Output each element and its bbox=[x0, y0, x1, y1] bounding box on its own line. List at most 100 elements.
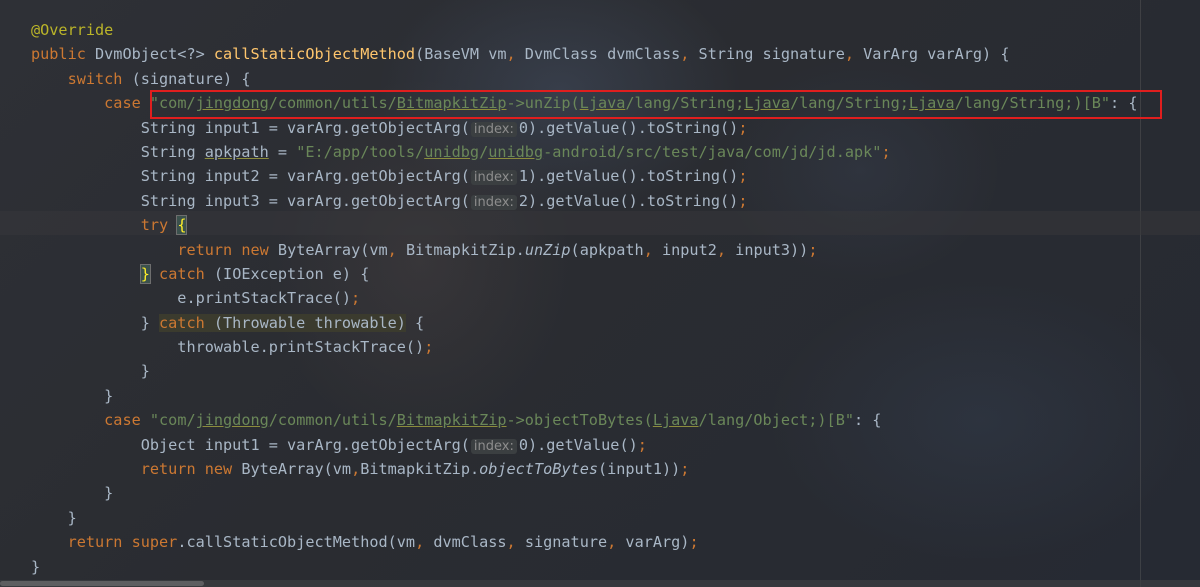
code-line[interactable]: return new ByteArray(vm, BitmapkitZip.un… bbox=[31, 238, 1137, 262]
code-token: varArg) bbox=[616, 533, 690, 552]
code-token: unZip bbox=[524, 240, 571, 259]
method-name: callStaticObjectMethod bbox=[213, 45, 416, 64]
code-token: e.printStackTrace() bbox=[31, 289, 352, 308]
code-line[interactable]: String input2 = varArg.getObjectArg(inde… bbox=[31, 164, 1137, 188]
code-line[interactable]: case "com/jingdong/common/utils/Bitmapki… bbox=[31, 408, 1137, 432]
horizontal-scrollbar[interactable] bbox=[0, 580, 1200, 587]
code-line[interactable]: String input1 = varArg.getObjectArg(inde… bbox=[31, 116, 1137, 140]
param-hint: index: bbox=[470, 438, 517, 454]
string-literal: -android/src/test/java/com/jd/jd.apk" bbox=[543, 142, 882, 161]
keyword: , bbox=[716, 240, 727, 259]
code-line[interactable]: } bbox=[31, 481, 1137, 505]
keyword: return bbox=[67, 533, 123, 552]
keyword: ; bbox=[637, 435, 647, 454]
code-token: 0).getValue().toString() bbox=[518, 118, 739, 137]
keyword: ; bbox=[738, 118, 748, 137]
string-literal: "E:/app/tools/ bbox=[296, 142, 425, 161]
keyword: ; bbox=[808, 240, 818, 259]
code-line[interactable]: } catch (Throwable throwable) { bbox=[31, 311, 1137, 335]
keyword: , bbox=[844, 45, 855, 64]
code-line[interactable]: @Override bbox=[31, 18, 1137, 42]
code-token: } bbox=[31, 386, 114, 405]
code-token: Object input1 = varArg.getObjectArg( bbox=[31, 435, 470, 454]
code-line[interactable]: switch (signature) { bbox=[31, 67, 1137, 91]
code-line[interactable]: Object input1 = varArg.getObjectArg(inde… bbox=[31, 433, 1137, 457]
code-line[interactable]: } bbox=[31, 555, 1137, 579]
keyword: case bbox=[104, 94, 141, 113]
keyword: public bbox=[31, 45, 86, 64]
code-line[interactable]: throwable.printStackTrace(); bbox=[31, 335, 1137, 359]
matched-brace: } bbox=[139, 263, 151, 284]
code-token: String signature bbox=[689, 45, 845, 64]
keyword: try bbox=[140, 216, 169, 235]
param-hint: index: bbox=[470, 170, 517, 186]
code-token: ByteArray(vm bbox=[232, 460, 352, 479]
code-token: DvmObject<?> bbox=[85, 45, 214, 64]
code-line[interactable]: return new ByteArray(vm,BitmapkitZip.obj… bbox=[31, 457, 1137, 481]
string-literal: / bbox=[479, 142, 489, 161]
code-token: 2).getValue().toString() bbox=[518, 191, 739, 210]
keyword: , bbox=[351, 460, 361, 479]
code-token: : { bbox=[854, 411, 882, 430]
code-line[interactable]: e.printStackTrace(); bbox=[31, 286, 1137, 310]
code-line[interactable]: return super.callStaticObjectMethod(vm, … bbox=[31, 530, 1137, 554]
keyword: new bbox=[204, 460, 233, 479]
code-token: signature bbox=[515, 533, 608, 552]
code-line[interactable]: } bbox=[31, 359, 1137, 383]
code-token: String bbox=[31, 118, 205, 137]
code-token: BitmapkitZip. bbox=[360, 460, 480, 479]
code-token: input1 bbox=[204, 118, 260, 137]
code-token: String input3 = varArg.getObjectArg( bbox=[31, 191, 470, 210]
keyword: , bbox=[506, 533, 516, 552]
keyword: super bbox=[131, 533, 178, 552]
keyword: , bbox=[415, 533, 425, 552]
code-line[interactable]: } catch (IOException e) { bbox=[31, 262, 1137, 286]
keyword: ; bbox=[738, 167, 748, 186]
code-token: VarArg varArg) { bbox=[854, 45, 1010, 64]
code-token: } bbox=[31, 362, 150, 381]
keyword: ; bbox=[881, 142, 891, 161]
keyword: catch bbox=[159, 264, 205, 283]
code-token: BitmapkitZip. bbox=[396, 240, 525, 259]
code-token: ByteArray(vm bbox=[268, 240, 388, 259]
keyword: case bbox=[104, 411, 141, 430]
keyword: , bbox=[506, 45, 516, 64]
code-line[interactable]: try { bbox=[31, 213, 1137, 237]
string-literal: jingdong bbox=[195, 411, 269, 430]
string-literal: unidbg bbox=[488, 142, 544, 161]
keyword: return bbox=[177, 240, 233, 259]
keyword: return bbox=[140, 460, 196, 479]
horizontal-scrollbar-thumb[interactable] bbox=[0, 581, 204, 586]
code-line[interactable]: public DvmObject<?> callStaticObjectMeth… bbox=[31, 42, 1137, 66]
code-token: .callStaticObjectMethod(vm bbox=[177, 533, 416, 552]
code-line[interactable]: } bbox=[31, 506, 1137, 530]
keyword: ; bbox=[351, 289, 361, 308]
param-hint: index: bbox=[470, 194, 517, 210]
string-literal: ->objectToBytes( bbox=[506, 411, 653, 430]
string-literal: BitmapkitZip bbox=[396, 411, 507, 430]
code-token: String bbox=[31, 142, 205, 161]
keyword: , bbox=[607, 533, 617, 552]
code-line[interactable]: String input3 = varArg.getObjectArg(inde… bbox=[31, 189, 1137, 213]
keyword: new bbox=[241, 240, 269, 259]
code-token: 0).getValue() bbox=[518, 435, 638, 454]
keyword: ; bbox=[424, 338, 434, 357]
keyword: switch bbox=[67, 69, 123, 88]
code-line[interactable]: String apkpath = "E:/app/tools/unidbg/un… bbox=[31, 140, 1137, 164]
keyword: catch bbox=[159, 313, 205, 332]
keyword: , bbox=[387, 240, 397, 259]
code-line[interactable]: } bbox=[31, 384, 1137, 408]
code-editor[interactable]: @Override public DvmObject<?> callStaticO… bbox=[0, 0, 1200, 587]
right-margin-guide bbox=[1140, 0, 1141, 587]
string-literal: Ljava bbox=[652, 411, 699, 430]
